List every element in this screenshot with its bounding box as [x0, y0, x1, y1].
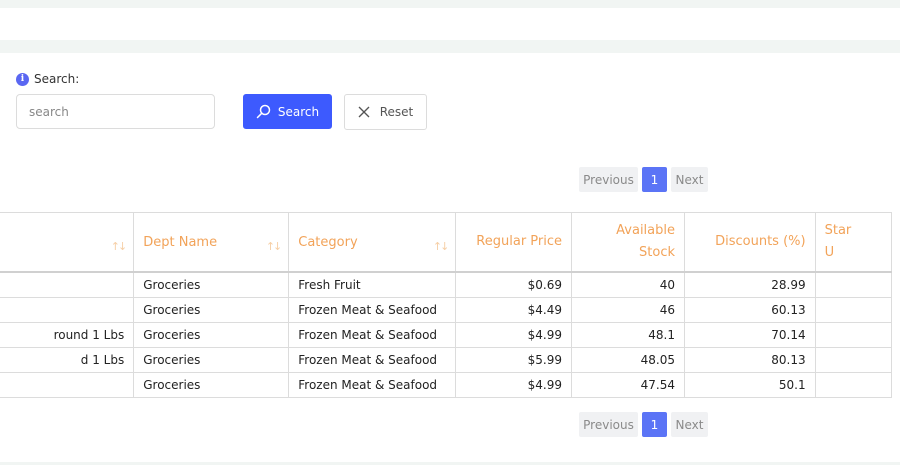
column-header-product[interactable]: ↑↓: [0, 212, 135, 273]
discount-cell: 70.14: [684, 322, 816, 348]
available-stock-cell: 48.1: [571, 322, 685, 348]
available-stock-cell: 48.05: [571, 347, 685, 373]
available-stock-cell: 46: [571, 297, 685, 323]
next-page-button[interactable]: Next: [671, 167, 708, 192]
discount-cell: 60.13: [684, 297, 816, 323]
search-button-label: Search: [277, 104, 320, 119]
regular-price-cell: $5.99: [455, 347, 573, 373]
top-band: [0, 0, 900, 8]
sort-icon[interactable]: ↑↓: [111, 240, 128, 253]
column-header-discounts[interactable]: Discounts (%): [684, 212, 816, 273]
products-table: ↑↓ Dept Name ↑↓ Category ↑↓ Regular Pric…: [0, 212, 893, 398]
close-icon: [358, 106, 370, 118]
table-row[interactable]: Groceries Fresh Fruit $0.69 40 28.99: [0, 271, 893, 298]
sort-icon[interactable]: ↑↓: [433, 240, 450, 253]
page-1-button[interactable]: 1: [642, 412, 667, 437]
table-header-row: ↑↓ Dept Name ↑↓ Category ↑↓ Regular Pric…: [0, 212, 893, 273]
available-stock-cell: 47.54: [571, 372, 685, 398]
discount-cell: 28.99: [684, 271, 816, 298]
regular-price-cell: $4.99: [455, 372, 573, 398]
product-name-cell: round 1 Lbs: [0, 322, 135, 348]
category-cell: Frozen Meat & Seafood: [288, 347, 457, 373]
product-name-cell: [0, 271, 135, 298]
category-cell: Frozen Meat & Seafood: [288, 372, 457, 398]
info-icon: i: [16, 72, 29, 86]
regular-price-cell: $0.69: [455, 271, 573, 298]
section-divider: [0, 40, 900, 53]
available-stock-cell: 40: [571, 271, 685, 298]
reset-button[interactable]: Reset: [344, 94, 427, 130]
category-cell: Frozen Meat & Seafood: [288, 322, 457, 348]
search-input[interactable]: [16, 94, 215, 129]
products-table-container: ↑↓ Dept Name ↑↓ Category ↑↓ Regular Pric…: [0, 212, 900, 399]
category-cell: Fresh Fruit: [288, 271, 457, 298]
star-cell: [814, 372, 893, 398]
column-header-available-stock[interactable]: Available Stock: [571, 212, 685, 273]
table-row[interactable]: round 1 Lbs Groceries Frozen Meat & Seaf…: [0, 322, 893, 348]
product-name-cell: [0, 372, 135, 398]
discount-cell: 50.1: [684, 372, 816, 398]
pagination-bottom: Previous 1 Next: [579, 412, 708, 437]
regular-price-cell: $4.99: [455, 322, 573, 348]
page-1-button[interactable]: 1: [642, 167, 667, 192]
table-row[interactable]: Groceries Frozen Meat & Seafood $4.49 46…: [0, 297, 893, 323]
regular-price-cell: $4.49: [455, 297, 573, 323]
column-header-star-u[interactable]: Star U: [814, 212, 893, 273]
star-cell: [814, 347, 893, 373]
next-page-button[interactable]: Next: [671, 412, 708, 437]
star-cell: [814, 322, 893, 348]
pagination-top: Previous 1 Next: [579, 167, 708, 192]
star-cell: [814, 271, 893, 298]
search-icon: [256, 104, 271, 119]
column-header-category[interactable]: Category ↑↓: [288, 212, 457, 273]
sort-icon[interactable]: ↑↓: [266, 240, 283, 253]
dept-name-cell: Groceries: [133, 347, 290, 373]
search-label-text: Search:: [34, 72, 80, 86]
search-button[interactable]: Search: [243, 94, 332, 129]
previous-page-button[interactable]: Previous: [579, 167, 638, 192]
column-header-dept-name[interactable]: Dept Name ↑↓: [133, 212, 290, 273]
category-cell: Frozen Meat & Seafood: [288, 297, 457, 323]
dept-name-cell: Groceries: [133, 322, 290, 348]
dept-name-cell: Groceries: [133, 271, 290, 298]
star-cell: [814, 297, 893, 323]
column-header-regular-price[interactable]: Regular Price: [455, 212, 573, 273]
previous-page-button[interactable]: Previous: [579, 412, 638, 437]
product-name-cell: d 1 Lbs: [0, 347, 135, 373]
table-row[interactable]: Groceries Frozen Meat & Seafood $4.99 47…: [0, 372, 893, 398]
search-label: i Search:: [16, 72, 79, 86]
reset-button-label: Reset: [379, 105, 414, 119]
dept-name-cell: Groceries: [133, 297, 290, 323]
dept-name-cell: Groceries: [133, 372, 290, 398]
discount-cell: 80.13: [684, 347, 816, 373]
table-row[interactable]: d 1 Lbs Groceries Frozen Meat & Seafood …: [0, 347, 893, 373]
product-name-cell: [0, 297, 135, 323]
